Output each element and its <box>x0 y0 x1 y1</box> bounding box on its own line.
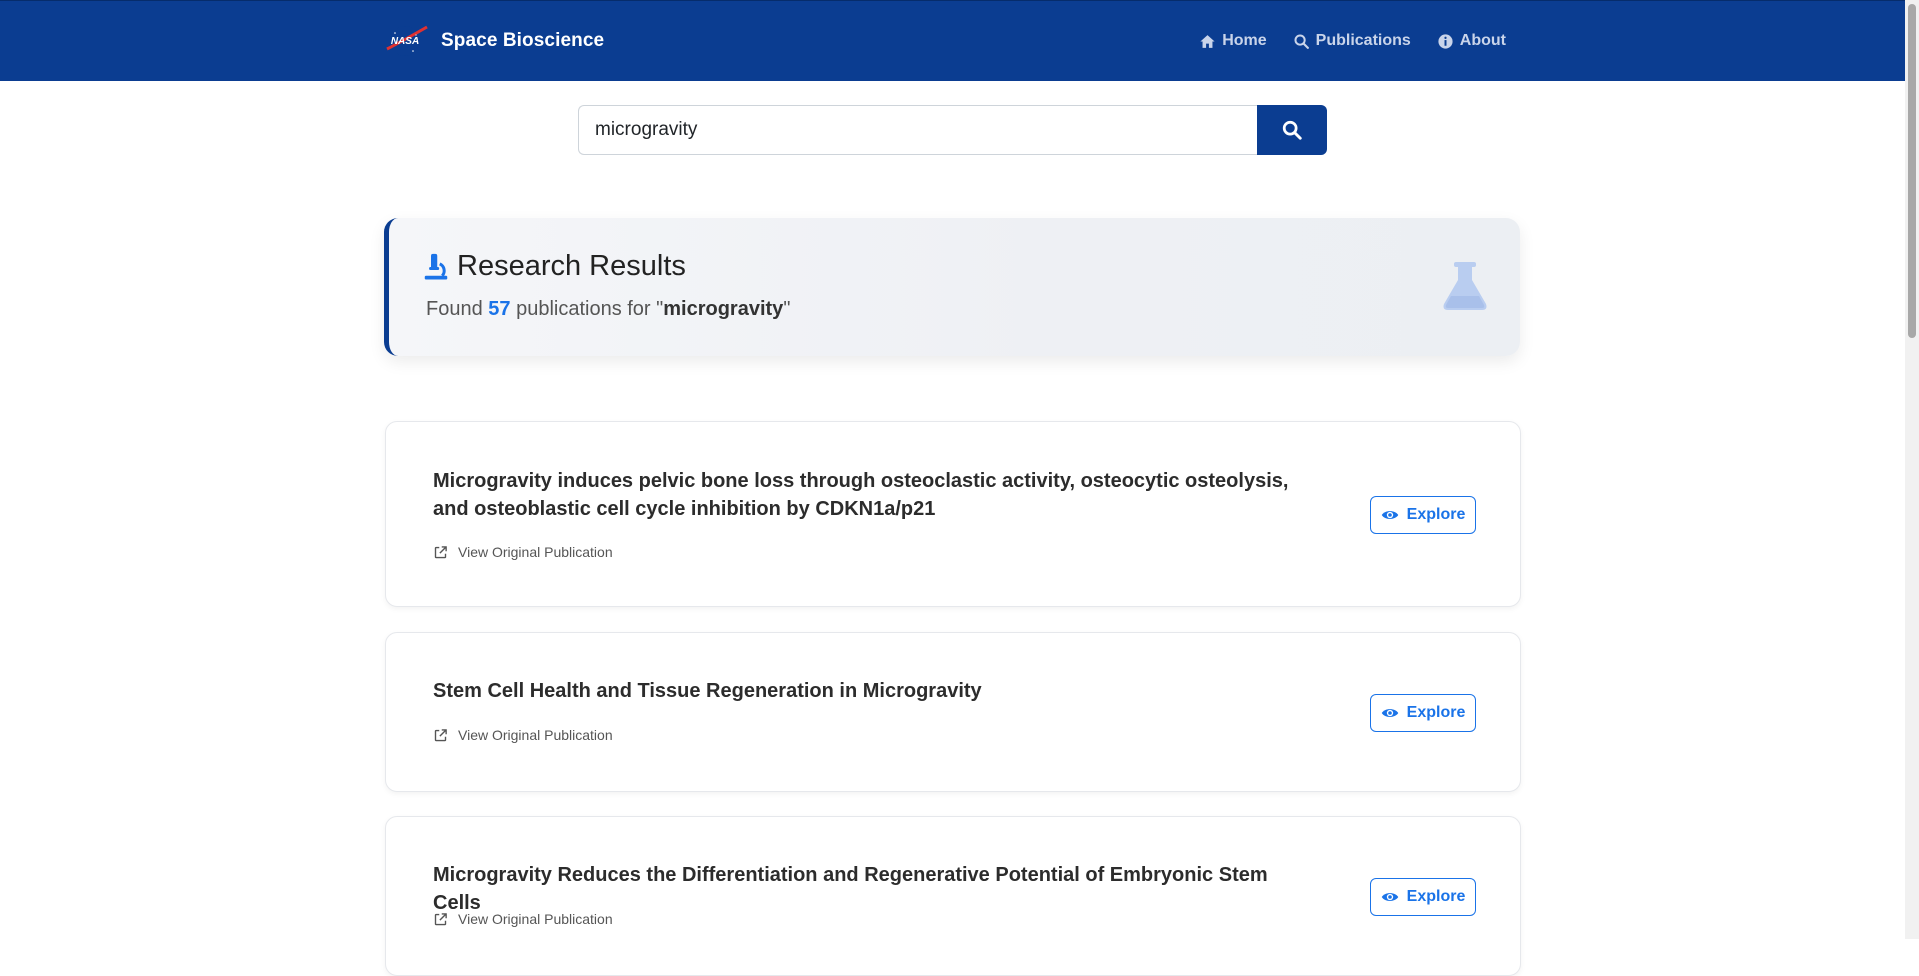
view-original-publication-link[interactable]: View Original Publication <box>433 727 613 743</box>
publication-title: Stem Cell Health and Tissue Regeneration… <box>433 680 982 702</box>
publication-title: Microgravity induces pelvic bone loss th… <box>433 470 1289 520</box>
results-query: microgravity <box>663 298 784 320</box>
nav-about-label: About <box>1459 32 1506 49</box>
view-original-publication-link[interactable]: View Original Publication <box>433 544 613 560</box>
publication-card: Microgravity Reduces the Differentiation… <box>385 816 1521 976</box>
search-input[interactable] <box>578 105 1257 155</box>
nav-links: Home Publications About <box>1199 32 1520 50</box>
eye-icon <box>1381 893 1398 901</box>
nav-home-link[interactable]: Home <box>1199 32 1267 50</box>
results-found-middle: publications for " <box>510 298 664 320</box>
svg-text:NASA: NASA <box>391 36 419 47</box>
results-title: Research Results <box>457 250 686 282</box>
results-found-suffix: " <box>783 298 791 320</box>
scrollbar-thumb[interactable] <box>1908 4 1916 338</box>
navbar-container: NASA Space Bioscience Home Publications … <box>383 1 1520 81</box>
view-original-publication-link[interactable]: View Original Publication <box>433 911 613 927</box>
publication-card: Stem Cell Health and Tissue Regeneration… <box>385 632 1521 792</box>
brand-name: Space Bioscience <box>441 30 605 51</box>
results-count: 57 <box>488 298 511 320</box>
publication-title: Microgravity Reduces the Differentiation… <box>433 864 1268 914</box>
publication-card: Microgravity induces pelvic bone loss th… <box>385 421 1521 607</box>
search-button[interactable] <box>1257 105 1327 155</box>
results-summary: Found 57 publications for "microgravity" <box>426 298 790 321</box>
external-link-icon <box>434 728 447 741</box>
info-icon <box>1438 33 1453 49</box>
nasa-logo-icon: NASA <box>386 25 428 56</box>
flask-icon <box>1443 262 1487 310</box>
explore-button[interactable]: Explore <box>1370 878 1476 916</box>
explore-label: Explore <box>1406 704 1466 721</box>
nav-publications-label: Publications <box>1315 32 1411 49</box>
brand-link[interactable]: NASA Space Bioscience <box>383 21 604 61</box>
explore-label: Explore <box>1406 506 1466 523</box>
page-scrollbar[interactable] <box>1905 0 1919 939</box>
nav-publications-link[interactable]: Publications <box>1293 32 1411 50</box>
nav-home-label: Home <box>1222 32 1267 49</box>
results-found-prefix: Found <box>426 298 489 320</box>
top-navbar: NASA Space Bioscience Home Publications … <box>0 0 1905 81</box>
nav-about-link[interactable]: About <box>1437 32 1506 50</box>
search-bar <box>578 105 1327 155</box>
search-icon <box>1294 33 1309 49</box>
microscope-icon <box>424 253 448 279</box>
home-icon <box>1200 34 1215 48</box>
results-title-row: Research Results <box>421 250 686 283</box>
view-original-publication-label: View Original Publication <box>458 727 613 743</box>
view-original-publication-label: View Original Publication <box>458 544 613 560</box>
explore-button[interactable]: Explore <box>1370 496 1476 534</box>
eye-icon <box>1381 709 1398 717</box>
explore-label: Explore <box>1406 888 1466 905</box>
external-link-icon <box>434 912 447 925</box>
results-header-card: Research Results Found 57 publications f… <box>384 218 1520 356</box>
search-icon <box>1282 120 1302 140</box>
view-original-publication-label: View Original Publication <box>458 911 613 927</box>
explore-button[interactable]: Explore <box>1370 694 1476 732</box>
eye-icon <box>1381 511 1398 519</box>
external-link-icon <box>434 545 447 558</box>
